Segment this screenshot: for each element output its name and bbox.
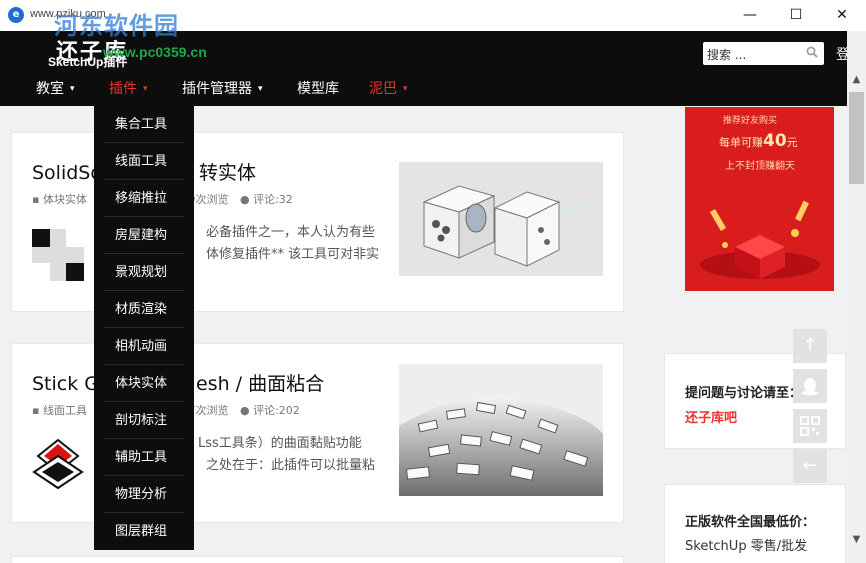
nav-item-plugins[interactable]: 插件 ▾ bbox=[109, 78, 148, 98]
post-comments[interactable]: 评论:202 bbox=[253, 404, 300, 417]
post-category[interactable]: 线面工具 bbox=[43, 404, 87, 417]
nav-label: 模型库 bbox=[297, 81, 339, 97]
plugins-dropdown-menu: 集合工具 线面工具 移缩推拉 房屋建构 景观规划 材质渲染 相机动画 体块实体 … bbox=[94, 106, 194, 550]
price-widget: 正版软件全国最低价： SketchUp 零售/批发 bbox=[664, 484, 846, 563]
nav-label: 教室 bbox=[36, 81, 64, 97]
menu-item-section-annotation[interactable]: 剖切标注 bbox=[104, 402, 184, 439]
menu-item-physics-analysis[interactable]: 物理分析 bbox=[104, 476, 184, 513]
nav-label: 插件 bbox=[109, 81, 137, 97]
menu-item-house-building[interactable]: 房屋建构 bbox=[104, 217, 184, 254]
menu-item-collection-tools[interactable]: 集合工具 bbox=[104, 106, 184, 143]
promo-line: 推荐好友购买 bbox=[723, 116, 778, 126]
menu-item-material-rendering[interactable]: 材质渲染 bbox=[104, 291, 184, 328]
qr-code-icon[interactable] bbox=[793, 409, 827, 443]
site-header: 还子库 SketchUp插件 搜索 ... 登录 教室▾ 插件▾ 插件管理器▾ … bbox=[0, 31, 866, 106]
nav-label: 插件管理器 bbox=[182, 81, 252, 97]
price-text: SketchUp 零售/批发 bbox=[685, 539, 808, 554]
nav-item-niba[interactable]: 泥巴 ▾ bbox=[369, 78, 408, 98]
post-thumbnail[interactable] bbox=[32, 438, 84, 490]
menu-item-auxiliary-tools[interactable]: 辅助工具 bbox=[104, 439, 184, 476]
post-category[interactable]: 体块实体 bbox=[43, 193, 87, 206]
chevron-down-icon: ▾ bbox=[403, 84, 408, 94]
minimize-button[interactable]: — bbox=[727, 0, 773, 31]
search-input[interactable]: 搜索 ... bbox=[703, 42, 824, 65]
post-comments[interactable]: 评论:32 bbox=[253, 193, 293, 206]
search-placeholder: 搜索 ... bbox=[707, 48, 747, 62]
scroll-down-icon[interactable]: ▼ bbox=[847, 534, 866, 545]
watermark-url: www.pc0359.cn bbox=[103, 44, 207, 60]
scroll-up-icon[interactable]: ▲ bbox=[847, 74, 866, 85]
promo-amount: 40 bbox=[763, 131, 787, 151]
search-icon[interactable] bbox=[806, 46, 818, 61]
post-thumbnail[interactable] bbox=[32, 229, 84, 281]
nav-label: 泥巴 bbox=[369, 81, 397, 97]
price-title: 正版软件全国最低价： bbox=[685, 515, 816, 530]
post-title-end: esh / 曲面粘合 bbox=[196, 373, 325, 395]
scrollbar-thumb[interactable] bbox=[849, 92, 864, 184]
folder-icon: ▪ bbox=[32, 193, 40, 206]
post-excerpt: 必备插件之一，本人认为有些 体修复插件** 该工具可对非实 bbox=[206, 222, 379, 266]
folder-icon: ▪ bbox=[32, 404, 40, 417]
qa-link[interactable]: 还子库吧 bbox=[685, 407, 737, 426]
menu-item-camera-animation[interactable]: 相机动画 bbox=[104, 328, 184, 365]
nav-item-plugin-manager[interactable]: 插件管理器 ▾ bbox=[182, 78, 263, 98]
post-title-start: Stick G bbox=[32, 373, 100, 395]
promo-amount-line: 每单可赚40元 bbox=[719, 131, 798, 151]
browser-icon: e bbox=[8, 7, 24, 23]
menu-item-solid-blocks[interactable]: 体块实体 bbox=[104, 365, 184, 402]
back-button[interactable]: ← bbox=[793, 449, 827, 483]
chat-icon[interactable] bbox=[793, 369, 827, 403]
menu-item-line-face-tools[interactable]: 线面工具 bbox=[104, 143, 184, 180]
comment-icon: ● bbox=[239, 404, 250, 417]
gift-box-icon bbox=[700, 200, 820, 279]
post-excerpt-line: 之处在于：此插件可以批量粘 bbox=[206, 458, 376, 473]
back-to-top-button[interactable]: ↑ bbox=[793, 329, 827, 363]
comment-icon: ● bbox=[239, 193, 250, 206]
maximize-button[interactable]: ☐ bbox=[773, 0, 819, 31]
post-card[interactable] bbox=[11, 556, 624, 563]
post-image-surface[interactable] bbox=[399, 364, 603, 496]
promo-line: 上不封顶赚翻天 bbox=[725, 161, 795, 172]
chevron-down-icon: ▾ bbox=[143, 84, 148, 94]
qa-title: 提问题与讨论请至： bbox=[685, 386, 803, 401]
menu-item-move-scale-push[interactable]: 移缩推拉 bbox=[104, 180, 184, 217]
close-button[interactable]: ✕ bbox=[819, 0, 865, 31]
chevron-down-icon: ▾ bbox=[70, 84, 75, 94]
post-title-start: SolidSo bbox=[32, 162, 102, 184]
nav-item-model-library[interactable]: 模型库 bbox=[297, 78, 339, 98]
menu-item-landscape-planning[interactable]: 景观规划 bbox=[104, 254, 184, 291]
promo-prefix: 每单可赚 bbox=[719, 136, 763, 149]
post-image-cubes[interactable] bbox=[399, 162, 603, 276]
chevron-down-icon: ▾ bbox=[258, 84, 263, 94]
post-title-end: 转实体 bbox=[199, 162, 257, 184]
post-excerpt-line: 必备插件之一，本人认为有些 bbox=[206, 225, 376, 240]
menu-item-layer-groups[interactable]: 图层群组 bbox=[104, 513, 184, 550]
promo-suffix: 元 bbox=[786, 136, 798, 149]
watermark-text: 河东软件园 bbox=[54, 12, 179, 40]
nav-item-classroom[interactable]: 教室 ▾ bbox=[36, 78, 75, 98]
post-excerpt: Lss工具条）的曲面黏贴功能 之处在于：此插件可以批量粘 bbox=[198, 433, 376, 477]
post-excerpt-line: Lss工具条）的曲面黏贴功能 bbox=[198, 436, 362, 451]
promo-banner[interactable]: 推荐好友购买 每单可赚40元 上不封顶赚翻天 bbox=[685, 107, 834, 291]
post-excerpt-line: 体修复插件** 该工具可对非实 bbox=[206, 247, 380, 262]
